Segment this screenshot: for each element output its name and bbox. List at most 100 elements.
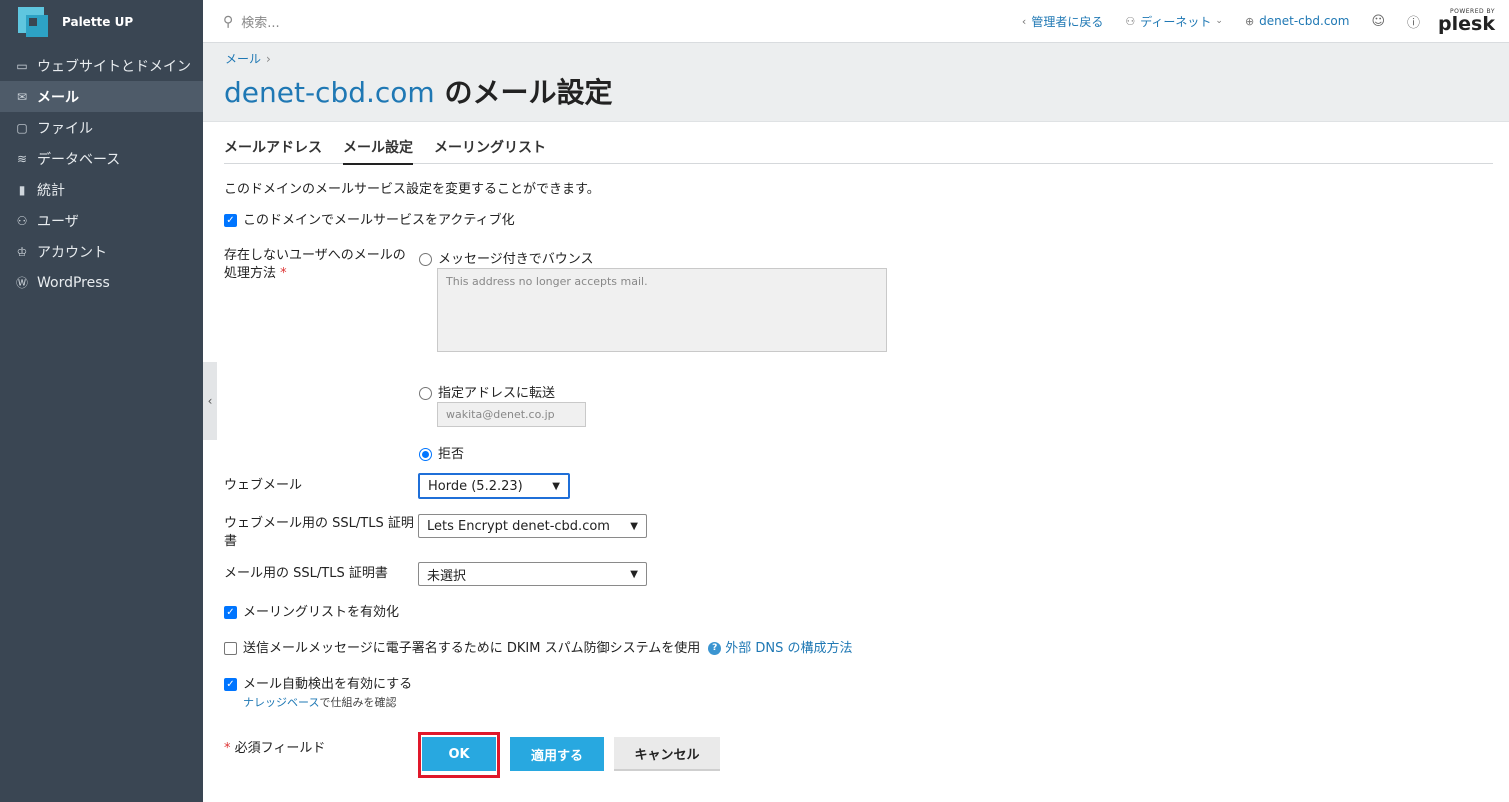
- database-icon: ≋: [16, 151, 28, 166]
- mail-ssl-select[interactable]: 未選択 ▼: [418, 562, 647, 586]
- page-header: メール › denet-cbd.com のメール設定: [203, 43, 1509, 122]
- cancel-button[interactable]: キャンセル: [614, 737, 720, 771]
- external-dns-help-link[interactable]: 外部 DNS の構成方法: [725, 641, 852, 656]
- autodiscover-checkbox[interactable]: ✓: [224, 678, 237, 691]
- dkim-row: 送信メールメッセージに電子署名するために DKIM スパム防御システムを使用? 外…: [224, 637, 852, 656]
- mail-icon: ✉: [16, 89, 28, 104]
- sidebar-item-label: ユーザ: [37, 213, 79, 230]
- folder-icon: ▢: [16, 120, 28, 135]
- sidebar-item-label: 統計: [37, 182, 65, 199]
- reject-radio[interactable]: [419, 448, 432, 461]
- breadcrumb: メール ›: [225, 50, 271, 67]
- dkim-label: 送信メールメッセージに電子署名するために DKIM スパム防御システムを使用: [243, 641, 701, 656]
- user-name: ディーネット: [1140, 14, 1212, 29]
- user-menu[interactable]: ⚇ ディーネット ⌄: [1125, 13, 1223, 30]
- sidebar-item-wordpress[interactable]: Ⓦ WordPress: [0, 267, 203, 298]
- knowledge-base-suffix: で仕組みを確認: [319, 696, 397, 709]
- sidebar-item-statistics[interactable]: ▮ 統計: [0, 174, 203, 205]
- plesk-wordmark: plesk: [1438, 12, 1495, 35]
- nonexistent-user-label-line1: 存在しないユーザへのメールの: [224, 248, 406, 263]
- tab-mail-addresses[interactable]: メールアドレス: [224, 137, 322, 163]
- feedback-icon[interactable]: ☺: [1371, 14, 1385, 29]
- reject-option: 拒否: [419, 443, 464, 462]
- search-box[interactable]: ⚲ 検索...: [223, 12, 280, 32]
- account-icon: ♔: [16, 244, 28, 259]
- webmail-ssl-label: ウェブメール用の SSL/TLS 証明 書: [224, 515, 414, 551]
- chevron-down-icon: ▼: [552, 480, 560, 492]
- sidebar-item-databases[interactable]: ≋ データベース: [0, 143, 203, 174]
- page-title-suffix: のメール設定: [434, 76, 613, 109]
- activate-mail-row: ✓ このドメインでメールサービスをアクティブ化: [224, 209, 515, 228]
- sidebar-item-websites[interactable]: ▭ ウェブサイトとドメイン: [0, 50, 203, 81]
- nonexistent-user-label: 存在しないユーザへのメールの 処理方法 *: [224, 247, 406, 283]
- sidebar-item-files[interactable]: ▢ ファイル: [0, 112, 203, 143]
- topbar-actions: ‹ 管理者に戻る ⚇ ディーネット ⌄ ⊕ denet-cbd.com ☺ ⓘ POWE…: [1000, 0, 1495, 42]
- back-to-admin-label: 管理者に戻る: [1031, 14, 1104, 29]
- back-to-admin-link[interactable]: ‹ 管理者に戻る: [1022, 13, 1103, 30]
- autodiscover-row: ✓ メール自動検出を有効にする: [224, 673, 412, 692]
- user-icon: ⚇: [16, 213, 28, 228]
- knowledge-base-link[interactable]: ナレッジベース: [243, 696, 319, 709]
- sidebar-item-label: WordPress: [37, 274, 110, 291]
- tab-mailing-lists[interactable]: メーリングリスト: [434, 137, 546, 163]
- sidebar-collapse-handle[interactable]: ‹: [203, 362, 217, 440]
- activate-mail-label: このドメインでメールサービスをアクティブ化: [243, 213, 515, 228]
- help-icon[interactable]: ⓘ: [1407, 12, 1420, 31]
- wordpress-icon: Ⓦ: [15, 276, 28, 290]
- user-icon: ⚇: [1125, 14, 1136, 28]
- sidebar-item-mail[interactable]: ✉ メール: [0, 81, 203, 112]
- search-input[interactable]: 検索...: [241, 12, 279, 31]
- reject-label: 拒否: [438, 447, 465, 462]
- sidebar-item-users[interactable]: ⚇ ユーザ: [0, 205, 203, 236]
- tab-bar: メールアドレス メール設定 メーリングリスト: [224, 137, 1493, 165]
- sidebar-item-account[interactable]: ♔ アカウント: [0, 236, 203, 267]
- mailing-list-checkbox[interactable]: ✓: [224, 606, 237, 619]
- dkim-checkbox[interactable]: [224, 642, 237, 655]
- sidebar-item-label: アカウント: [37, 244, 107, 261]
- domain-label: denet-cbd.com: [1259, 14, 1350, 28]
- ok-button[interactable]: OK: [422, 737, 496, 771]
- knowledge-base-hint: ナレッジベースで仕組みを確認: [243, 694, 396, 710]
- plesk-logo: POWERED BY plesk: [1438, 8, 1495, 35]
- page-title-domain: denet-cbd.com: [224, 76, 435, 109]
- bounce-message-textarea[interactable]: This address no longer accepts mail.: [437, 268, 887, 352]
- webmail-label: ウェブメール: [224, 478, 303, 493]
- webmail-ssl-label-line1: ウェブメール用の SSL/TLS 証明: [224, 516, 414, 531]
- forward-label: 指定アドレスに転送: [438, 386, 556, 401]
- help-icon: ?: [708, 642, 722, 655]
- bounce-option: メッセージ付きでバウンス: [419, 248, 593, 267]
- apply-button[interactable]: 適用する: [510, 737, 604, 771]
- chevron-down-icon: ▼: [630, 568, 638, 580]
- domain-link[interactable]: ⊕ denet-cbd.com: [1245, 14, 1350, 28]
- forward-radio[interactable]: [419, 387, 432, 400]
- webmail-select-value: Horde (5.2.23): [428, 478, 523, 494]
- palette-logo-icon: [16, 5, 50, 39]
- required-field-note-text: 必須フィールド: [234, 741, 326, 756]
- sidebar-item-label: データベース: [37, 151, 121, 168]
- sidebar-item-label: メール: [37, 89, 79, 106]
- bounce-label: メッセージ付きでバウンス: [438, 252, 594, 267]
- breadcrumb-mail-link[interactable]: メール: [225, 52, 261, 66]
- mailing-list-row: ✓ メーリングリストを有効化: [224, 601, 399, 620]
- tab-mail-settings[interactable]: メール設定: [343, 137, 413, 165]
- form-intro: このドメインのメールサービス設定を変更することができます。: [224, 182, 600, 197]
- required-field-note: * 必須フィールド: [224, 740, 325, 758]
- webmail-ssl-select[interactable]: Lets Encrypt denet-cbd.com ▼: [418, 514, 647, 538]
- required-mark: *: [280, 266, 287, 281]
- mail-ssl-select-value: 未選択: [427, 568, 467, 584]
- breadcrumb-separator-icon: ›: [266, 52, 271, 66]
- required-mark: *: [224, 741, 231, 756]
- chevron-left-icon: ‹: [1021, 14, 1027, 28]
- page-title: denet-cbd.com のメール設定: [224, 71, 612, 111]
- globe-icon: ⊕: [1244, 14, 1255, 28]
- autodiscover-label: メール自動検出を有効にする: [243, 677, 413, 692]
- forward-address-input[interactable]: wakita@denet.co.jp: [437, 402, 586, 427]
- brand-name: Palette UP: [62, 15, 134, 29]
- chevron-down-icon: ⌄: [1215, 16, 1223, 26]
- topbar: ⚲ 検索... ‹ 管理者に戻る ⚇ ディーネット ⌄ ⊕ denet-cbd.com …: [203, 0, 1509, 43]
- bounce-radio[interactable]: [419, 253, 432, 266]
- brand[interactable]: Palette UP: [0, 0, 203, 44]
- mail-ssl-label: メール用の SSL/TLS 証明書: [224, 566, 388, 581]
- webmail-select[interactable]: Horde (5.2.23) ▼: [418, 473, 570, 499]
- activate-mail-checkbox[interactable]: ✓: [224, 214, 237, 227]
